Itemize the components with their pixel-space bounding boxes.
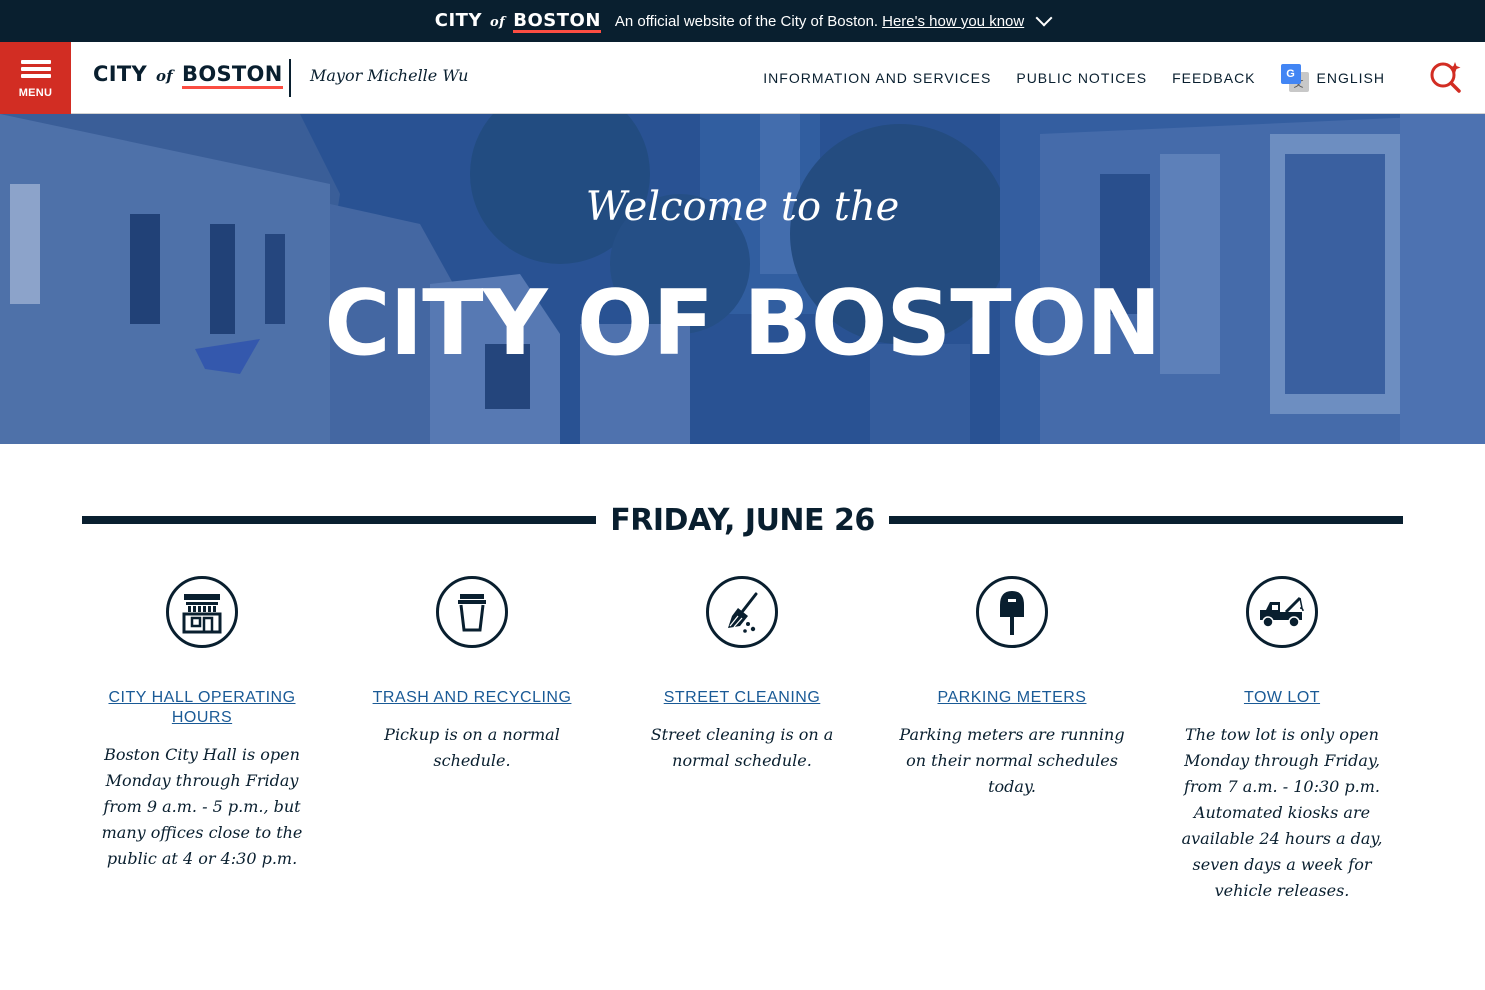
city-hall-icon[interactable] xyxy=(166,576,238,648)
language-selector[interactable]: 文 G ENGLISH xyxy=(1280,64,1385,92)
language-label: ENGLISH xyxy=(1316,70,1385,86)
menu-button[interactable]: MENU xyxy=(0,42,71,114)
card-title-link[interactable]: CITY HALL OPERATING HOURS xyxy=(85,688,319,728)
logo-boston: BOSTON xyxy=(182,62,283,89)
google-translate-icon: 文 G xyxy=(1280,64,1309,92)
date-rule-left xyxy=(82,516,597,524)
search-icon[interactable] xyxy=(1429,60,1463,94)
card-title-link[interactable]: PARKING METERS xyxy=(938,688,1087,708)
banner-logo-boston: BOSTON xyxy=(513,9,601,33)
card-description: The tow lot is only open Monday through … xyxy=(1181,725,1383,900)
official-banner: CITY of BOSTON An official website of th… xyxy=(0,0,1485,42)
nav-feedback[interactable]: FEEDBACK xyxy=(1172,70,1255,86)
mayor-name: Mayor Michelle Wu xyxy=(310,66,469,85)
hero-banner: Welcome to the CITY OF BOSTON xyxy=(0,114,1485,444)
service-status-cards: CITY HALL OPERATING HOURS Boston City Ha… xyxy=(67,576,1417,904)
logo-divider xyxy=(289,59,291,97)
card-description: Boston City Hall is open Monday through … xyxy=(101,745,303,868)
hamburger-icon xyxy=(20,57,51,81)
banner-logo: CITY of BOSTON xyxy=(435,10,601,33)
card-tow-lot: TOW LOT The tow lot is only open Monday … xyxy=(1147,576,1417,904)
parking-meter-icon[interactable] xyxy=(976,576,1048,648)
trash-can-icon[interactable] xyxy=(436,576,508,648)
card-description: Street cleaning is on a normal schedule. xyxy=(650,725,834,770)
city-logo[interactable]: CITY of BOSTON xyxy=(93,62,283,89)
chevron-down-icon[interactable] xyxy=(1035,9,1053,27)
broom-icon[interactable] xyxy=(706,576,778,648)
card-trash-recycling: TRASH AND RECYCLING Pickup is on a norma… xyxy=(337,576,607,904)
card-title-link[interactable]: STREET CLEANING xyxy=(664,688,821,708)
banner-logo-of: of xyxy=(490,14,506,30)
hero-title: CITY OF BOSTON xyxy=(324,271,1162,376)
card-street-cleaning: STREET CLEANING Street cleaning is on a … xyxy=(607,576,877,904)
card-title-link[interactable]: TOW LOT xyxy=(1244,688,1320,708)
nav-information-and-services[interactable]: INFORMATION AND SERVICES xyxy=(763,70,991,86)
logo-city: CITY xyxy=(93,62,147,86)
card-parking-meters: PARKING METERS Parking meters are runnin… xyxy=(877,576,1147,904)
hero-welcome-text: Welcome to the xyxy=(585,184,900,230)
card-description: Pickup is on a normal schedule. xyxy=(384,725,560,770)
banner-logo-city: CITY xyxy=(434,9,482,31)
logo-of: of xyxy=(155,67,174,85)
nav-public-notices[interactable]: PUBLIC NOTICES xyxy=(1016,70,1147,86)
site-header: MENU CITY of BOSTON Mayor Michelle Wu IN… xyxy=(0,42,1485,114)
date-rule-right xyxy=(888,516,1404,524)
menu-label: MENU xyxy=(18,87,53,99)
date-heading: FRIDAY, JUNE 26 xyxy=(82,500,1404,540)
banner-how-you-know-link[interactable]: Here's how you know xyxy=(882,13,1024,30)
card-title-link[interactable]: TRASH AND RECYCLING xyxy=(373,688,572,708)
card-city-hall-hours: CITY HALL OPERATING HOURS Boston City Ha… xyxy=(67,576,337,904)
date-text: FRIDAY, JUNE 26 xyxy=(610,502,875,538)
tow-truck-icon[interactable] xyxy=(1246,576,1318,648)
banner-text: An official website of the City of Bosto… xyxy=(614,12,879,30)
main-nav: INFORMATION AND SERVICES PUBLIC NOTICES … xyxy=(738,42,1385,114)
card-description: Parking meters are running on their norm… xyxy=(899,725,1125,796)
